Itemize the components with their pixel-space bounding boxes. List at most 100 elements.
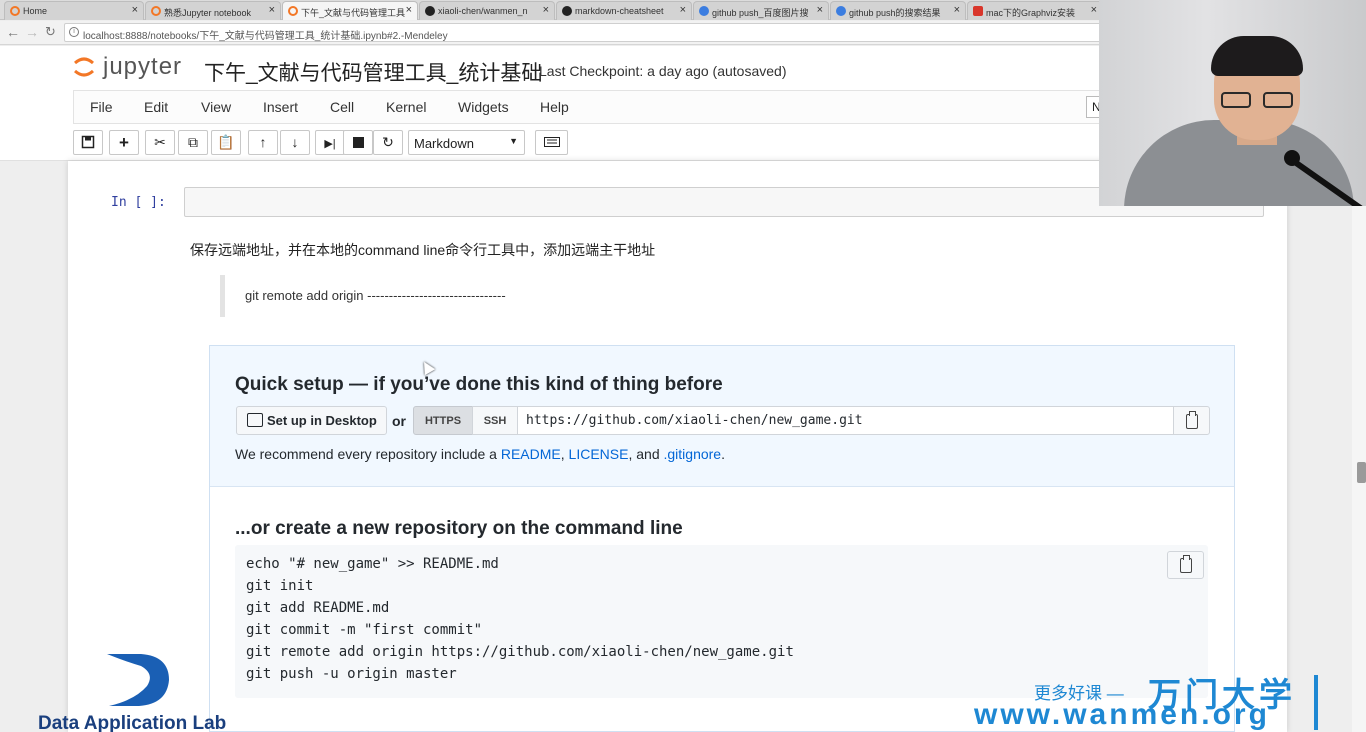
jupyter-favicon-icon [10, 6, 20, 16]
arrow-up-icon: ↑ [259, 134, 267, 150]
close-icon[interactable]: × [680, 4, 686, 16]
tab-label: 下午_文献与代码管理工具 [301, 8, 406, 18]
data-application-lab-logo-icon [107, 654, 169, 706]
save-button[interactable] [73, 130, 103, 155]
clone-url-field[interactable]: https://github.com/xiaoli-chen/new_game.… [517, 406, 1174, 435]
back-arrow-icon[interactable]: ← [6, 24, 20, 40]
move-up-button[interactable]: ↑ [248, 130, 278, 155]
keyboard-icon [543, 137, 560, 147]
setup-desktop-button[interactable]: Set up in Desktop [236, 406, 387, 435]
jupyter-favicon-icon [151, 6, 161, 16]
jupyter-favicon-icon [288, 6, 298, 16]
menu-help[interactable]: Help [540, 99, 569, 115]
new-repo-title: ...or create a new repository on the com… [235, 518, 683, 539]
gitignore-link[interactable]: .gitignore [664, 446, 722, 462]
recommend-prefix: We recommend every repository include a [235, 446, 501, 462]
forward-arrow-icon[interactable]: → [25, 24, 39, 40]
jupyter-logo-icon [74, 57, 94, 77]
code-line: git commit -m "first commit" [246, 622, 483, 638]
license-link[interactable]: LICENSE [569, 446, 629, 462]
browser-tab[interactable]: github push的搜索结果 × [830, 1, 966, 20]
browser-tab[interactable]: mac下的Graphviz安装 × [967, 1, 1103, 20]
browser-tab[interactable]: xiaoli-chen/wanmen_n × [419, 1, 555, 20]
menu-edit[interactable]: Edit [144, 99, 168, 115]
arrow-down-icon: ↓ [291, 134, 299, 150]
tab-label: github push_百度图片搜 [712, 8, 809, 18]
chevron-down-icon: ▼ [509, 136, 518, 146]
jupyter-logo-text[interactable]: jupyter [103, 53, 182, 81]
readme-link[interactable]: README [501, 446, 561, 462]
blockquote-text: git remote add origin ------------------… [245, 288, 506, 303]
menu-view[interactable]: View [201, 99, 231, 115]
cell-type-select[interactable]: Markdown ▼ [408, 130, 525, 155]
or-label: or [392, 413, 406, 429]
close-icon[interactable]: × [132, 4, 138, 16]
clipboard-icon [1180, 555, 1192, 573]
menu-widgets[interactable]: Widgets [458, 99, 509, 115]
lab-name-watermark: Data Application Lab [38, 713, 227, 732]
microphone-icon [1284, 150, 1300, 166]
clipboard-icon [1186, 411, 1198, 429]
menu-kernel[interactable]: Kernel [386, 99, 426, 115]
baidu-favicon-icon [699, 6, 709, 16]
restart-button[interactable]: ↻ [373, 130, 403, 155]
glasses-icon [1221, 92, 1295, 108]
stop-icon [352, 137, 364, 148]
presenter-hair [1211, 36, 1303, 76]
code-line: git remote add origin https://github.com… [246, 644, 794, 660]
period-text: . [721, 446, 725, 462]
url-field[interactable]: i localhost:8888/notebooks/下午_文献与代码管理工具_… [64, 23, 1104, 42]
scrollbar-thumb[interactable] [1357, 462, 1366, 483]
close-icon[interactable]: × [406, 4, 412, 16]
close-icon[interactable]: × [269, 4, 275, 16]
close-icon[interactable]: × [543, 4, 549, 16]
paste-button[interactable]: 📋 [211, 130, 241, 155]
close-icon[interactable]: × [1091, 4, 1097, 16]
watermark-divider [1314, 675, 1318, 730]
interrupt-button[interactable] [343, 130, 373, 155]
code-line: git push -u origin master [246, 666, 457, 682]
copy-commands-button[interactable] [1167, 551, 1204, 579]
markdown-blockquote: git remote add origin ------------------… [220, 275, 820, 317]
browser-tab[interactable]: Home × [4, 1, 144, 20]
reload-icon[interactable]: ↻ [45, 24, 56, 40]
code-line: git add README.md [246, 600, 390, 616]
tab-label: markdown-cheatsheet [575, 6, 664, 16]
move-down-button[interactable]: ↓ [280, 130, 310, 155]
quick-setup-title: Quick setup — if you’ve done this kind o… [235, 374, 723, 395]
copy-url-button[interactable] [1173, 406, 1210, 435]
command-palette-button[interactable] [535, 130, 568, 155]
floppy-icon [81, 135, 95, 149]
cut-button[interactable]: ✂ [145, 130, 175, 155]
https-toggle[interactable]: HTTPS [413, 406, 473, 435]
code-line: git init [246, 578, 314, 594]
run-button[interactable]: ▶| [315, 130, 345, 155]
desktop-download-icon [247, 413, 263, 427]
insert-cell-button[interactable]: + [109, 130, 139, 155]
checkpoint-status: Last Checkpoint: a day ago (autosaved) [539, 63, 787, 79]
tab-label: 熟悉Jupyter notebook [164, 8, 252, 18]
info-icon[interactable]: i [69, 27, 79, 37]
and-text: , and [628, 446, 664, 462]
ssh-toggle[interactable]: SSH [472, 406, 518, 435]
github-quick-setup-image: Quick setup — if you’ve done this kind o… [209, 345, 1235, 732]
kernel-indicator[interactable]: N [1086, 96, 1101, 118]
markdown-paragraph: 保存远端地址，并在本地的command line命令行工具中，添加远端主干地址 [190, 242, 656, 258]
copy-button[interactable]: ⧉ [178, 130, 208, 155]
menu-file[interactable]: File [90, 99, 113, 115]
step-forward-icon: ▶| [324, 138, 336, 150]
browser-tab[interactable]: github push_百度图片搜 × [693, 1, 829, 20]
baidu-favicon-icon [836, 6, 846, 16]
notebook-title[interactable]: 下午_文献与代码管理工具_统计基础 [204, 57, 542, 87]
browser-tab-active[interactable]: 下午_文献与代码管理工具 × [282, 1, 418, 20]
tab-label: mac下的Graphviz安装 [986, 8, 1076, 18]
menu-insert[interactable]: Insert [263, 99, 298, 115]
menu-cell[interactable]: Cell [330, 99, 354, 115]
close-icon[interactable]: × [817, 4, 823, 16]
restart-icon: ↻ [382, 134, 394, 150]
browser-tab[interactable]: 熟悉Jupyter notebook × [145, 1, 281, 20]
url-text: localhost:8888/notebooks/下午_文献与代码管理工具_统计… [83, 31, 448, 42]
close-icon[interactable]: × [954, 4, 960, 16]
site-watermark: www.wanmen.org [974, 698, 1270, 731]
browser-tab[interactable]: markdown-cheatsheet × [556, 1, 692, 20]
